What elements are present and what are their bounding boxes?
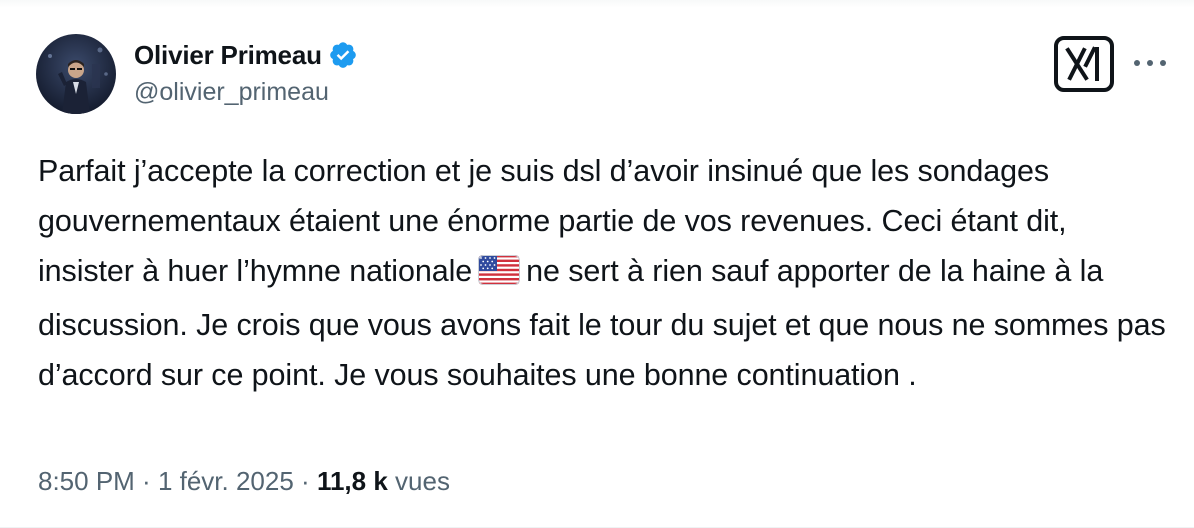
author-block: Olivier Primeau @olivier_primeau: [134, 38, 358, 107]
handle[interactable]: @olivier_primeau: [134, 78, 358, 107]
tweet-meta: 8:50 PM · 1 févr. 2025 · 11,8 k vues: [38, 466, 450, 497]
meta-separator: ·: [134, 466, 158, 496]
views-count: 11,8 k: [316, 466, 388, 496]
x-logo-icon[interactable]: [1054, 36, 1114, 92]
verified-badge-icon: [328, 40, 358, 70]
views-label: vues: [395, 466, 450, 496]
tweet-card: Olivier Primeau @olivier_primeau Parfait…: [0, 0, 1194, 528]
name-row: Olivier Primeau: [134, 38, 358, 72]
top-strip: [0, 0, 1194, 8]
display-name[interactable]: Olivier Primeau: [134, 40, 322, 71]
us-flag-icon: [478, 250, 521, 300]
tweet-text: Parfait j’accepte la correction et je su…: [38, 146, 1168, 400]
tweet-date[interactable]: 1 févr. 2025: [158, 466, 294, 497]
tweet-time[interactable]: 8:50 PM: [38, 466, 135, 497]
meta-separator-2: ·: [293, 466, 317, 496]
more-options-icon[interactable]: [1130, 48, 1170, 78]
avatar-image: [36, 34, 116, 114]
avatar[interactable]: [36, 34, 116, 114]
